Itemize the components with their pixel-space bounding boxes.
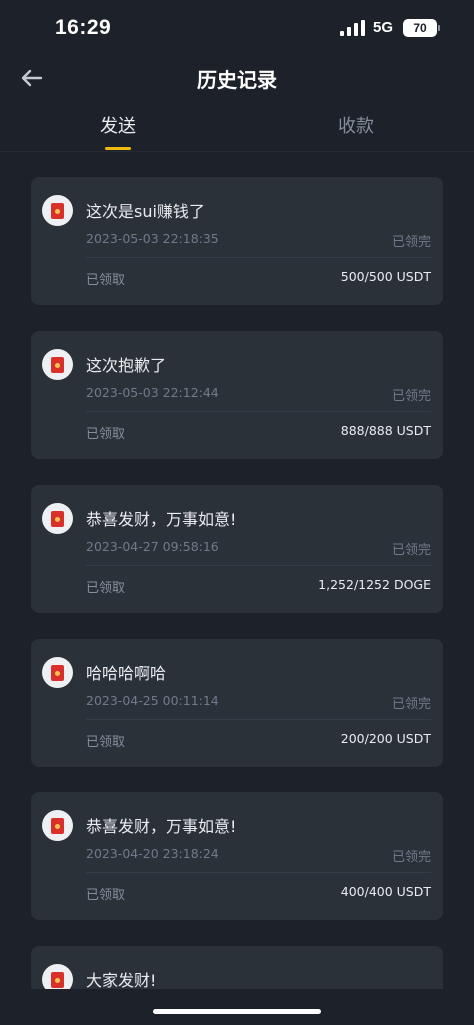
red-packet-icon [42,503,73,534]
page-title: 历史记录 [197,68,277,92]
record-amount: 1,252/1252 DOGE [318,577,431,592]
red-packet-icon [42,195,73,226]
record-status: 已领完 [391,543,431,558]
record-card[interactable]: 这次抱歉了 2023-05-03 22:12:44 已领完 已领取 888/88… [31,331,443,459]
record-card[interactable]: 恭喜发财，万事如意! 2023-04-27 09:58:16 已领完 已领取 1… [31,485,443,613]
record-amount: 888/888 USDT [340,423,431,438]
red-packet-icon [42,657,73,688]
record-date: 2023-04-27 09:58:16 [86,539,219,554]
home-indicator[interactable] [153,1009,321,1014]
record-status: 已领完 [391,389,431,404]
record-amount: 500/500 USDT [340,269,431,284]
red-packet-icon [42,810,73,841]
record-claimed-label: 已领取 [86,735,126,750]
tab-receive[interactable]: 收款 [296,112,416,138]
record-card[interactable]: 大家发财! [31,946,443,989]
tab-send[interactable]: 发送 [58,112,178,138]
signal-icon [340,20,365,36]
record-title: 恭喜发财，万事如意! [86,510,237,529]
record-status: 已领完 [391,850,431,865]
record-date: 2023-05-03 22:12:44 [86,385,219,400]
card-divider [86,411,431,412]
record-amount: 200/200 USDT [340,731,431,746]
status-time: 16:29 [55,16,112,39]
record-card[interactable]: 这次是sui赚钱了 2023-05-03 22:18:35 已领完 已领取 50… [31,177,443,305]
history-list: 这次是sui赚钱了 2023-05-03 22:18:35 已领完 已领取 50… [31,177,443,989]
header: 历史记录 [0,56,474,100]
record-claimed-label: 已领取 [86,273,126,288]
record-title: 大家发财! [86,971,157,989]
record-claimed-label: 已领取 [86,581,126,596]
battery-level: 70 [413,21,427,35]
record-title: 哈哈哈啊哈 [86,664,167,683]
record-amount: 400/400 USDT [340,884,431,899]
card-divider [86,872,431,873]
record-title: 恭喜发财，万事如意! [86,817,237,836]
record-date: 2023-04-20 23:18:24 [86,846,219,861]
battery-icon: 70 [403,19,437,37]
card-divider [86,257,431,258]
record-card[interactable]: 恭喜发财，万事如意! 2023-04-20 23:18:24 已领完 已领取 4… [31,792,443,920]
record-title: 这次是sui赚钱了 [86,202,205,221]
record-card[interactable]: 哈哈哈啊哈 2023-04-25 00:11:14 已领完 已领取 200/20… [31,639,443,767]
record-claimed-label: 已领取 [86,427,126,442]
card-divider [86,719,431,720]
record-status: 已领完 [391,697,431,712]
record-date: 2023-04-25 00:11:14 [86,693,219,708]
record-title: 这次抱歉了 [86,356,167,375]
record-claimed-label: 已领取 [86,888,126,903]
tab-bar: 发送 收款 [0,104,474,152]
record-date: 2023-05-03 22:18:35 [86,231,219,246]
status-bar: 16:29 5G 70 [0,0,474,56]
battery-cap [438,25,440,31]
card-divider [86,565,431,566]
red-packet-icon [42,964,73,989]
red-packet-icon [42,349,73,380]
network-label: 5G [373,19,394,36]
record-status: 已领完 [391,235,431,250]
tab-active-indicator [105,147,131,150]
